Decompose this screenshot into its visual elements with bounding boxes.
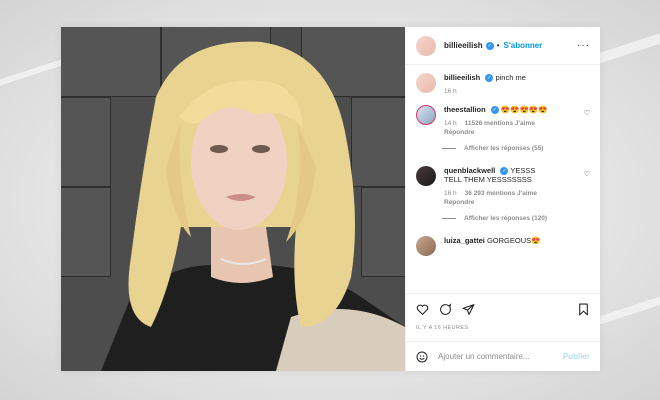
verified-icon: ✓ [485, 41, 494, 50]
comment-username[interactable]: luiza_gattei [444, 236, 485, 245]
verified-icon: ✓ [485, 74, 494, 83]
comment-text: 😍😍😍😍😍 [500, 105, 548, 115]
post-header: billieeilish ✓ • S'abonner ··· [406, 27, 600, 65]
avatar[interactable] [416, 35, 436, 56]
emoji-icon[interactable] [416, 351, 428, 363]
comment-likes[interactable]: 11526 mentions J'aime [465, 120, 535, 127]
caption-row: billieeilish ✓ pinch me 16 h [416, 73, 590, 95]
comment-username[interactable]: quenblackwell [444, 166, 495, 175]
comment-input[interactable]: Ajouter un commentaire... [438, 352, 563, 361]
view-replies-label: Afficher les réponses (120) [464, 215, 548, 223]
dot-separator: • [496, 41, 500, 50]
like-comment-icon[interactable]: ♡ [584, 109, 590, 117]
caption-time[interactable]: 16 h [444, 88, 457, 95]
add-comment-bar: Ajouter un commentaire... Publier [406, 341, 600, 371]
post-photo [61, 27, 405, 371]
avatar[interactable] [416, 105, 436, 126]
divider [442, 148, 456, 150]
comment-time[interactable]: 16 h [444, 190, 457, 197]
post-timestamp: IL Y A 16 HEURES [416, 325, 469, 331]
publish-button[interactable]: Publier [563, 352, 590, 361]
portrait-illustration [101, 41, 405, 371]
caption-username[interactable]: billieeilish [444, 73, 480, 82]
like-comment-icon[interactable]: ♡ [584, 170, 590, 178]
view-replies-button[interactable]: Afficher les réponses (120) [442, 215, 590, 222]
action-bar [406, 293, 600, 325]
follow-button[interactable]: S'abonner [504, 41, 543, 50]
reply-button[interactable]: Répondre [444, 129, 590, 136]
verified-icon: ✓ [500, 167, 509, 176]
share-icon[interactable] [462, 303, 475, 316]
avatar[interactable] [416, 166, 436, 187]
like-icon[interactable] [416, 303, 429, 316]
instagram-post-card: billieeilish ✓ • S'abonner ··· billieeil… [61, 27, 600, 371]
comments-list[interactable]: billieeilish ✓ pinch me 16 h theestallio… [406, 65, 600, 293]
comment-icon[interactable] [439, 303, 452, 316]
avatar[interactable] [416, 73, 436, 93]
comment-item: luiza_gattei GORGEOUS😍 [416, 236, 590, 257]
caption-text: pinch me [495, 73, 526, 82]
comment-text: GORGEOUS😍 [486, 236, 541, 246]
post-sidebar: billieeilish ✓ • S'abonner ··· billieeil… [405, 27, 600, 371]
view-replies-button[interactable]: Afficher les réponses (55) [442, 145, 590, 152]
comment-item: theestallion ✓ 😍😍😍😍😍 14 h 11526 mentions… [416, 105, 590, 136]
bookmark-icon[interactable] [577, 303, 590, 316]
avatar[interactable] [416, 236, 436, 257]
comment-username[interactable]: theestallion [444, 105, 486, 114]
comment-time[interactable]: 14 h [444, 120, 457, 127]
divider [442, 218, 456, 220]
reply-button[interactable]: Répondre [444, 199, 590, 206]
post-username[interactable]: billieeilish [444, 41, 483, 50]
more-options-icon[interactable]: ··· [577, 40, 590, 51]
comment-item: quenblackwell ✓ YESSS TELL THEM YESSSSSS… [416, 166, 590, 206]
verified-icon: ✓ [490, 106, 499, 115]
comment-likes[interactable]: 36 293 mentions J'aime [465, 190, 537, 197]
view-replies-label: Afficher les réponses (55) [464, 145, 544, 153]
